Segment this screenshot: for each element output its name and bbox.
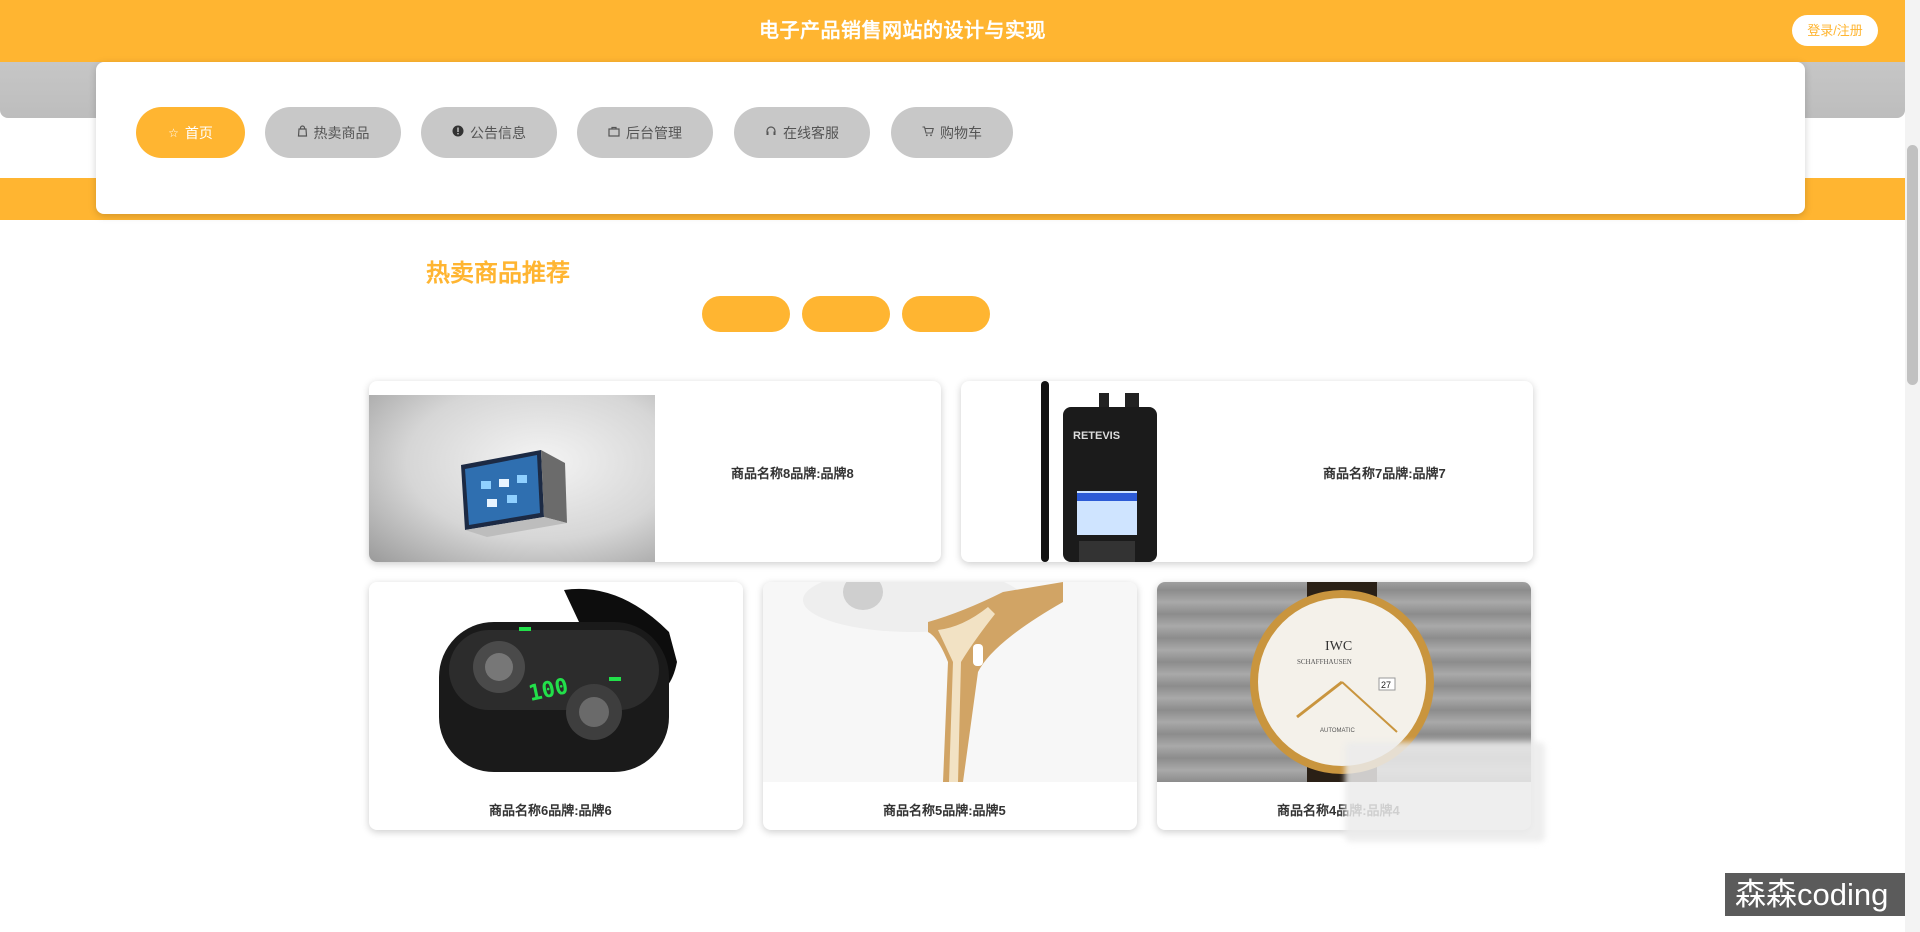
nav-item-hot-products[interactable]: 热卖商品 xyxy=(265,107,401,158)
nav-item-announcements[interactable]: 公告信息 xyxy=(421,107,557,158)
info-icon xyxy=(452,125,464,140)
nav-item-label: 在线客服 xyxy=(783,124,839,141)
category-pill-2[interactable] xyxy=(802,296,890,332)
product-card[interactable]: 商品名称5品牌:品牌5 xyxy=(763,582,1137,830)
scrollbar-track[interactable] xyxy=(1905,0,1920,932)
nav-item-home[interactable]: ☆ 首页 xyxy=(136,107,245,158)
page: 电子产品销售网站的设计与实现 登录/注册 ☆ 首页 热卖商品 公告信息 后台管理 xyxy=(0,0,1920,932)
nav-item-admin[interactable]: 后台管理 xyxy=(577,107,713,158)
bag-icon xyxy=(297,125,308,140)
nav-item-label: 热卖商品 xyxy=(313,124,370,141)
nav-item-label: 后台管理 xyxy=(626,124,682,141)
product-label: 商品名称6品牌:品牌6 xyxy=(489,803,612,818)
scrollbar-thumb[interactable] xyxy=(1907,145,1918,385)
svg-text:SCHAFFHAUSEN: SCHAFFHAUSEN xyxy=(1297,658,1352,666)
product-card[interactable]: 100 商品名称6品牌:品牌6 xyxy=(369,582,743,830)
blurred-overlay xyxy=(1345,742,1545,842)
category-pill-3[interactable] xyxy=(902,296,990,332)
svg-text:27: 27 xyxy=(1381,680,1391,690)
nav-card: ☆ 首页 热卖商品 公告信息 后台管理 在线客服 购物车 xyxy=(96,62,1805,214)
star-icon: ☆ xyxy=(168,125,179,140)
walkie-talkie-photo: RETEVIS xyxy=(1021,381,1201,562)
nav-item-label: 公告信息 xyxy=(470,124,526,141)
headset-icon xyxy=(765,125,777,140)
svg-text:AUTOMATIC: AUTOMATIC xyxy=(1320,728,1355,734)
top-bar: 电子产品销售网站的设计与实现 登录/注册 xyxy=(0,0,1905,62)
nav-item-label: 购物车 xyxy=(940,124,982,141)
nav-item-cart[interactable]: 购物车 xyxy=(891,107,1013,158)
product-card[interactable]: RETEVIS 商品名称7品牌:品牌7 xyxy=(961,381,1533,562)
svg-text:RETEVIS: RETEVIS xyxy=(1073,430,1120,442)
login-register-button[interactable]: 登录/注册 xyxy=(1792,15,1878,46)
product-card[interactable]: 商品名称8品牌:品牌8 xyxy=(369,381,941,562)
hair-dryer-photo xyxy=(763,582,1137,782)
briefcase-icon xyxy=(608,126,620,140)
product-label: 商品名称8品牌:品牌8 xyxy=(731,466,854,481)
product-label: 商品名称7品牌:品牌7 xyxy=(1323,466,1446,481)
tablet-dock-photo xyxy=(369,395,655,562)
nav-item-online-service[interactable]: 在线客服 xyxy=(734,107,870,158)
watermark: 森森coding xyxy=(1725,873,1910,916)
cart-icon xyxy=(922,125,934,140)
product-label: 商品名称5品牌:品牌5 xyxy=(883,803,1006,818)
section-title: 热卖商品推荐 xyxy=(426,260,570,287)
nav-item-label: 首页 xyxy=(184,124,213,141)
site-title: 电子产品销售网站的设计与实现 xyxy=(759,20,1046,42)
earbuds-case-photo: 100 xyxy=(369,582,743,782)
category-pill-1[interactable] xyxy=(702,296,790,332)
svg-text:IWC: IWC xyxy=(1325,639,1352,654)
